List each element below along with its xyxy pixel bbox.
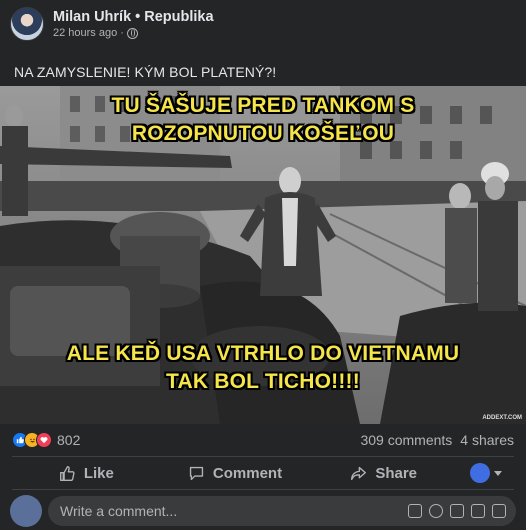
- meme-bottom-text: ALE KEĎ USA VTRHLO DO VIETNAMU TAK BOL T…: [0, 340, 526, 396]
- meme-bottom-line-1: ALE KEĎ USA VTRHLO DO VIETNAMU: [66, 342, 460, 365]
- name-separator: •: [135, 9, 141, 25]
- comment-button[interactable]: Comment: [161, 458, 310, 488]
- group-name[interactable]: Republika: [144, 9, 213, 25]
- meta-dot: ·: [120, 27, 124, 39]
- author-line: Milan Uhrík • Republika: [53, 8, 214, 26]
- reaction-count: 802: [57, 432, 81, 448]
- meme-top-line-2: ROZOPNUTOU KOŠEĽOU: [131, 122, 395, 145]
- page-avatar-mini: [470, 463, 491, 483]
- meme-top-line-1: TU ŠAŠUJE PRED TANKOM S: [111, 94, 415, 117]
- reaction-summary[interactable]: 802: [12, 432, 80, 448]
- comment-placeholder: Write a comment...: [60, 503, 178, 519]
- comment-label: Comment: [212, 464, 283, 482]
- globe-icon: [126, 27, 138, 39]
- post-time[interactable]: 22 hours ago: [53, 26, 117, 40]
- stats-right: 309 comments 4 shares: [360, 432, 514, 448]
- divider-bottom: [12, 489, 514, 490]
- chevron-down-icon: [494, 470, 503, 476]
- share-as-selector[interactable]: [458, 463, 514, 483]
- emoji-icon[interactable]: [429, 504, 443, 518]
- author-block: Milan Uhrík • Republika 22 hours ago ·: [53, 8, 214, 40]
- share-button[interactable]: Share: [309, 458, 458, 488]
- comment-input[interactable]: Write a comment...: [48, 496, 516, 526]
- post-image[interactable]: TU ŠAŠUJE PRED TANKOM S ROZOPNUTOU KOŠEĽ…: [0, 86, 526, 424]
- comment-icon: [189, 466, 204, 480]
- like-label: Like: [83, 464, 114, 482]
- composer-icons: [408, 504, 506, 518]
- post-meta: 22 hours ago ·: [53, 26, 214, 40]
- post-actions: Like Comment Share: [12, 458, 514, 488]
- camera-icon[interactable]: [450, 504, 464, 518]
- shares-count[interactable]: 4 shares: [460, 432, 514, 448]
- thumbs-up-icon: [59, 465, 75, 481]
- author-avatar[interactable]: [10, 7, 44, 41]
- meme-bottom-line-2: TAK BOL TICHO!!!!: [166, 370, 360, 393]
- comments-count[interactable]: 309 comments: [360, 432, 452, 448]
- image-watermark: ADDEXT.COM: [482, 415, 522, 421]
- post-stats: 802 309 comments 4 shares: [12, 430, 514, 450]
- share-arrow-icon: [351, 466, 367, 480]
- share-label: Share: [375, 464, 418, 482]
- like-button[interactable]: Like: [12, 458, 161, 488]
- love-reaction-icon: [36, 432, 52, 448]
- avatar-sticker-icon[interactable]: [408, 504, 422, 518]
- gif-icon[interactable]: [471, 504, 485, 518]
- comment-composer: Write a comment...: [10, 495, 516, 527]
- sticker-icon[interactable]: [492, 504, 506, 518]
- author-name[interactable]: Milan Uhrík: [53, 9, 131, 25]
- post-header: Milan Uhrík • Republika 22 hours ago ·: [10, 6, 214, 42]
- current-user-avatar[interactable]: [10, 495, 42, 527]
- divider-top: [12, 456, 514, 457]
- post-caption: NA ZAMYSLENIE! KÝM BOL PLATENÝ?!: [14, 64, 277, 80]
- meme-top-text: TU ŠAŠUJE PRED TANKOM S ROZOPNUTOU KOŠEĽ…: [0, 92, 526, 148]
